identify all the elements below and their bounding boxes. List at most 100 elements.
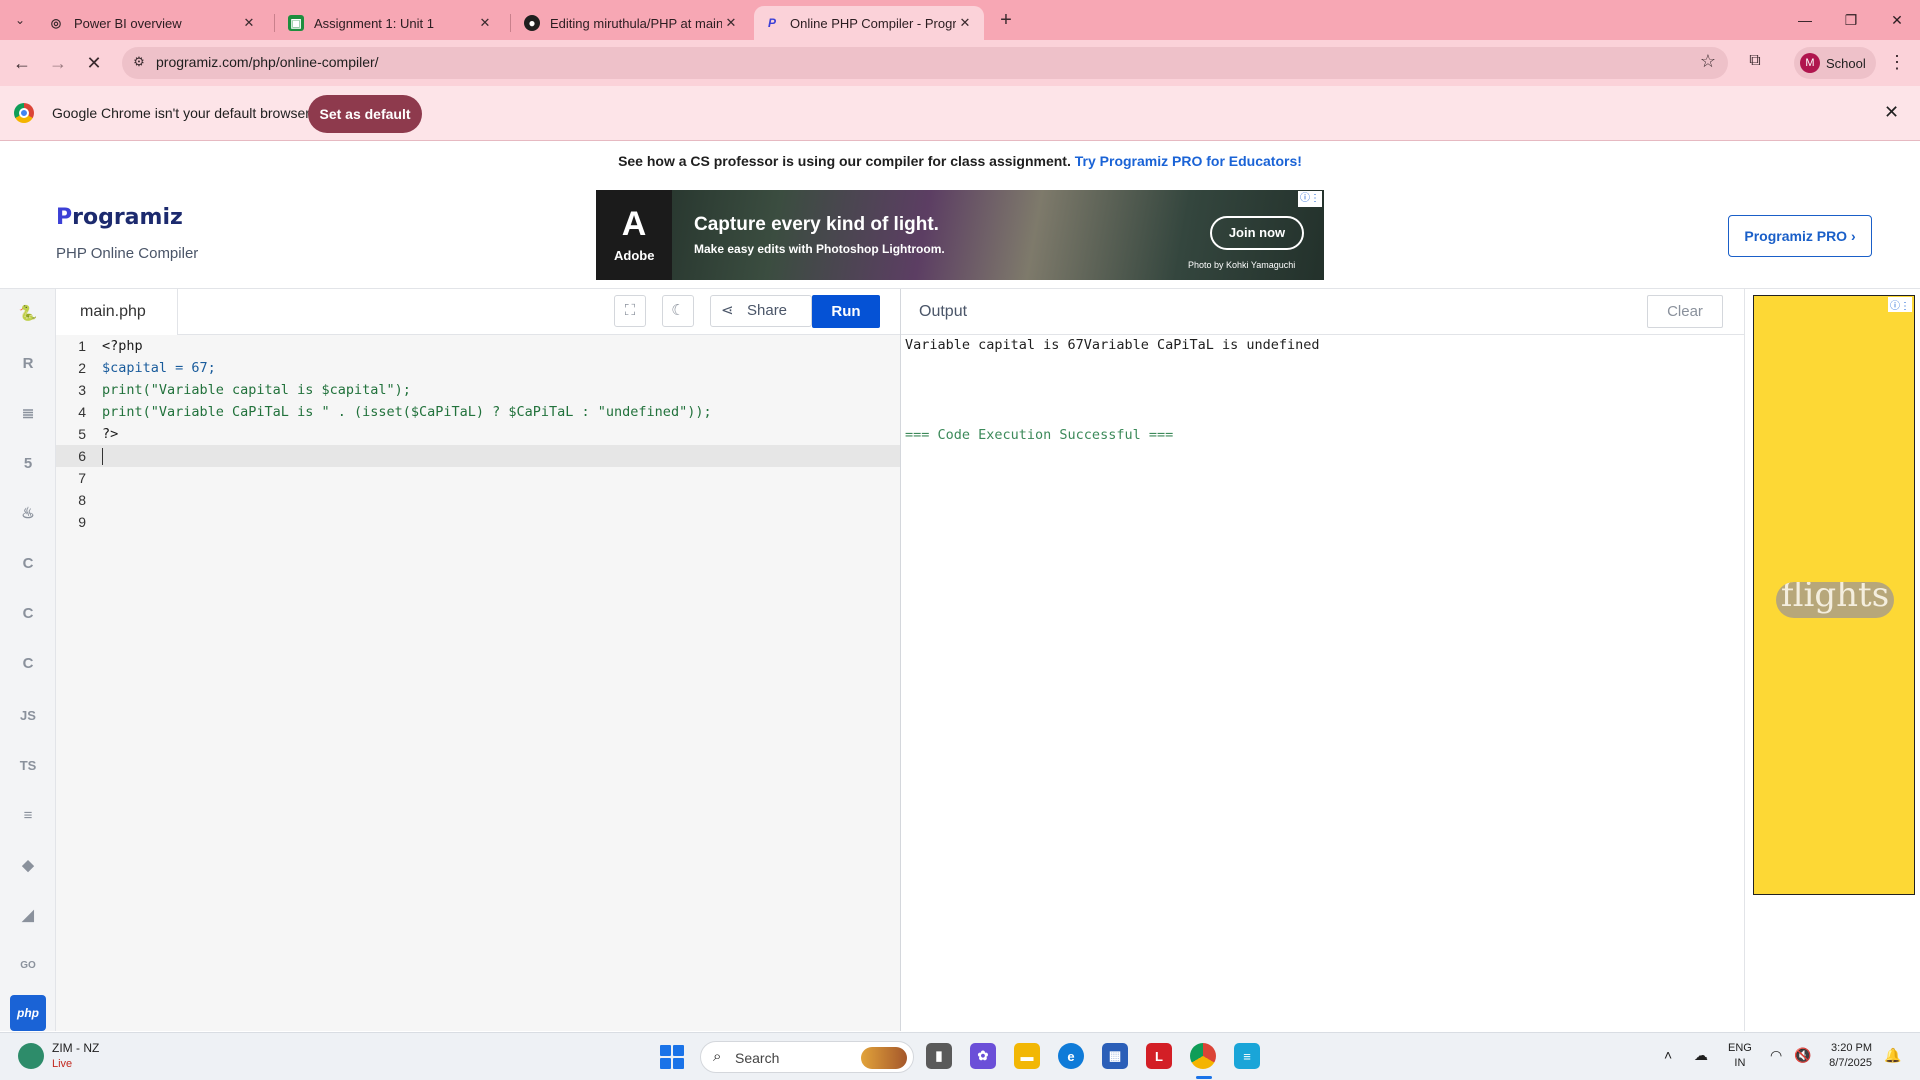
store-icon[interactable]: ▦ [1102, 1043, 1128, 1069]
tab-separator [510, 14, 511, 32]
start-button[interactable] [660, 1045, 684, 1069]
close-tab-icon[interactable]: ✕ [240, 15, 258, 31]
restore-button[interactable]: ❐ [1828, 6, 1874, 34]
minimize-button[interactable]: — [1782, 6, 1828, 34]
l-app-icon[interactable]: L [1146, 1043, 1172, 1069]
dark-mode-icon[interactable]: ☾ [662, 295, 694, 327]
side-ad[interactable]: ⓘ⋮ flights [1753, 295, 1915, 895]
weather-icon[interactable] [18, 1043, 44, 1069]
back-button[interactable]: ← [8, 49, 36, 77]
start-tile [673, 1045, 684, 1056]
notification-bell-icon[interactable]: 🔔 [1884, 1047, 1901, 1064]
clear-button[interactable]: Clear [1647, 295, 1723, 328]
set-as-default-button[interactable]: Set as default [308, 95, 422, 133]
share-label: Share [747, 302, 788, 319]
output-toolbar: Output Clear [901, 289, 1744, 335]
widget-title[interactable]: ZIM - NZ [52, 1041, 99, 1055]
close-infobar-icon[interactable]: ✕ [1884, 102, 1899, 123]
start-tile [660, 1058, 671, 1069]
sql-icon[interactable]: ≣ [10, 395, 46, 431]
new-tab-button[interactable]: + [993, 8, 1019, 34]
promo-text: See how a CS professor is using our comp… [618, 153, 1071, 169]
ad-choices-icon[interactable]: ⓘ⋮ [1888, 297, 1912, 312]
tab-search-icon[interactable]: ⌄ [8, 8, 32, 32]
input-language[interactable]: ENG IN [1728, 1041, 1752, 1071]
java-icon[interactable]: ♨ [10, 495, 46, 531]
address-bar[interactable]: ⚙ programiz.com/php/online-compiler/ ☆ [122, 47, 1728, 79]
close-tab-icon[interactable]: ✕ [476, 15, 494, 31]
banner-ad[interactable]: A Adobe Capture every kind of light. Mak… [596, 190, 1324, 280]
wifi-icon[interactable]: ◠ [1770, 1047, 1782, 1064]
chrome-logo-icon [14, 103, 34, 123]
adobe-mark-icon: A [621, 205, 647, 243]
copilot-icon[interactable]: ✿ [970, 1043, 996, 1069]
code-text: print("Variable CaPiTaL is " . (isset($C… [102, 404, 712, 420]
promo-link[interactable]: Try Programiz PRO for Educators! [1075, 153, 1302, 169]
ad-join-button[interactable]: Join now [1210, 216, 1304, 250]
edge-icon[interactable]: e [1058, 1043, 1084, 1069]
close-window-button[interactable]: ✕ [1874, 6, 1920, 34]
c-icon[interactable]: C [10, 545, 46, 581]
logo-initial: P [56, 205, 73, 230]
notepad-icon[interactable]: ≡ [1234, 1043, 1260, 1069]
ad-headline: Capture every kind of light. [694, 214, 939, 235]
tab-power-bi[interactable]: ◎ Power BI overview ✕ [38, 6, 268, 40]
profile-button[interactable]: M School [1794, 47, 1876, 79]
extensions-icon[interactable]: ⧉ [1744, 52, 1766, 74]
taskbar-search[interactable]: ⌕ Search [700, 1041, 914, 1073]
run-button[interactable]: Run [812, 295, 880, 328]
csharp-icon[interactable]: C [10, 645, 46, 681]
share-button[interactable]: ⋖ Share [710, 295, 812, 327]
file-explorer-icon[interactable]: ▬ [1014, 1043, 1040, 1069]
python-icon[interactable]: 🐍 [10, 295, 46, 331]
show-hidden-icons-icon[interactable]: ˄ [1664, 1047, 1672, 1063]
stop-loading-button[interactable]: ✕ [80, 49, 108, 77]
close-tab-icon[interactable]: ✕ [722, 15, 740, 31]
start-tile [673, 1058, 684, 1069]
line-number: 4 [78, 404, 86, 420]
code-line: 4 print("Variable CaPiTaL is " . (isset(… [56, 401, 900, 423]
file-tab[interactable]: main.php [56, 289, 178, 335]
line-number: 1 [78, 338, 86, 354]
php-icon[interactable]: php [10, 995, 46, 1031]
fullscreen-icon[interactable]: ⛶ [614, 295, 646, 327]
start-tile [660, 1045, 671, 1056]
tab-assignment[interactable]: ▣ Assignment 1: Unit 1 ✕ [278, 6, 504, 40]
tab-title: Online PHP Compiler - Programiz [790, 15, 956, 31]
language-code: ENG [1728, 1042, 1752, 1054]
javascript-icon[interactable]: JS [10, 697, 46, 733]
programiz-pro-button[interactable]: Programiz PRO › [1728, 215, 1872, 257]
go-icon[interactable]: GO [10, 947, 46, 983]
forward-button[interactable]: → [44, 49, 72, 77]
code-editor[interactable]: 1 <?php 2 $capital = 67; 3 print("Variab… [56, 335, 900, 1031]
browser-toolbar: ← → ✕ ⚙ programiz.com/php/online-compile… [0, 40, 1920, 86]
line-number: 2 [78, 360, 86, 376]
url-text: programiz.com/php/online-compiler/ [156, 54, 379, 70]
swift-icon[interactable]: ◆ [10, 847, 46, 883]
html-icon[interactable]: 5 [10, 445, 46, 481]
typescript-icon[interactable]: TS [10, 747, 46, 783]
code-line-current: 6 [56, 445, 900, 467]
text-cursor [102, 448, 103, 465]
browser-menu-icon[interactable]: ⋮ [1888, 52, 1906, 73]
task-view-icon[interactable]: ▮ [926, 1043, 952, 1069]
bookmark-star-icon[interactable]: ☆ [1700, 51, 1716, 72]
stack-icon[interactable]: ≡ [10, 797, 46, 833]
close-tab-icon[interactable]: ✕ [956, 15, 974, 31]
avatar: M [1800, 53, 1820, 73]
cpp-icon[interactable]: C [10, 595, 46, 631]
tab-github[interactable]: ● Editing miruthula/PHP at main ✕ [514, 6, 750, 40]
ad-choices-icon[interactable]: ⓘ⋮ [1298, 191, 1322, 207]
kotlin-icon[interactable]: ◢ [10, 897, 46, 933]
clock[interactable]: 3:20 PM 8/7/2025 [1820, 1041, 1872, 1071]
chrome-icon[interactable] [1190, 1043, 1216, 1069]
site-settings-icon[interactable]: ⚙ [130, 54, 148, 72]
r-icon[interactable]: R [10, 345, 46, 381]
volume-muted-icon[interactable]: 🔇 [1794, 1047, 1811, 1064]
ad-subtitle: Make easy edits with Photoshop Lightroom… [694, 242, 945, 256]
tab-programiz[interactable]: P Online PHP Compiler - Programiz ✕ [754, 6, 984, 40]
programiz-logo[interactable]: Programiz [56, 205, 183, 230]
taskbar: ZIM - NZ Live ⌕ Search ▮ ✿ ▬ e ▦ L ≡ ˄ ☁… [0, 1032, 1920, 1080]
code-text: $capital = 67; [102, 360, 216, 376]
onedrive-icon[interactable]: ☁ [1694, 1047, 1708, 1064]
